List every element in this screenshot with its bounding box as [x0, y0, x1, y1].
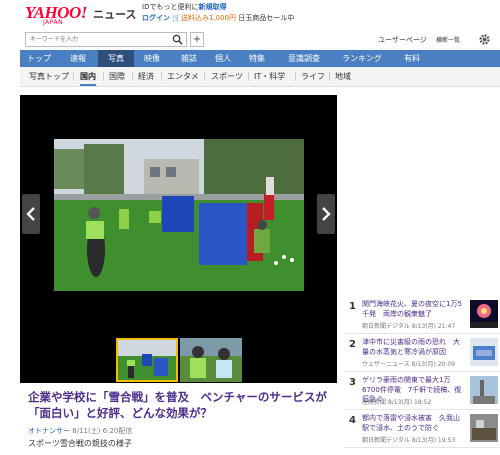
prev-photo-button[interactable]: [22, 194, 40, 234]
article-date: 8/11(土) 6:20配信: [72, 427, 133, 435]
main-photo[interactable]: [54, 139, 304, 291]
subnav-item-world[interactable]: 国際: [109, 71, 125, 82]
subnav-divider: [132, 72, 133, 81]
ranking-time: 8/13(月) 21:47: [411, 323, 456, 330]
ranking-item[interactable]: 3 ゲリラ豪雨の関東で最大1万6700件停電 7千軒で続稿、復旧急ぐ 産経新聞 …: [344, 372, 500, 410]
nav-item-personal[interactable]: 個人: [208, 50, 238, 67]
promo-signup: IDでもっと便利に新規取得: [142, 2, 226, 12]
subnav-item-economy[interactable]: 経済: [138, 71, 154, 82]
ranking-source: 朝日新聞デジタル: [362, 437, 410, 444]
thumbnail-strip: [20, 335, 337, 383]
ranking-item[interactable]: 1 関門海峡花火、夏の夜空に1万5千発 両岸の観衆魅了 朝日新聞デジタル 8/1…: [344, 296, 500, 334]
ranking-item[interactable]: 2 津中市に災害級の雨の恐れ 大量の水蒸気と寒冷渦が原因 ウェザーニュース 8/…: [344, 334, 500, 372]
user-page-link[interactable]: ユーザーページ: [378, 35, 427, 45]
nav-item-magazine[interactable]: 雑誌: [170, 50, 208, 67]
article-source-link[interactable]: オトナンサー: [28, 427, 70, 435]
subnav-item-domestic[interactable]: 国内: [80, 71, 96, 86]
ranking-item[interactable]: 4 都内で落雷や浸水被害 久我山駅で浸水、土のうで防ぐ 朝日新聞デジタル 8/1…: [344, 410, 500, 448]
ranking-time: 8/13(月) 18:52: [387, 399, 432, 406]
ranking-headline[interactable]: 関門海峡花火、夏の夜空に1万5千発 両岸の観衆魅了: [362, 300, 466, 319]
ranking-headline[interactable]: 津中市に災害級の雨の恐れ 大量の水蒸気と寒冷渦が原因: [362, 338, 466, 357]
ranking-thumbnail[interactable]: [470, 414, 498, 442]
photo-viewer: [20, 95, 337, 335]
main-nav: トップ 速報 写真 映像 雑誌 個人 特集 意識調査 ランキング 有料: [20, 50, 500, 67]
ranking-thumbnail[interactable]: [470, 376, 498, 404]
nav-item-photo[interactable]: 写真: [98, 50, 134, 67]
next-photo-button[interactable]: [317, 194, 335, 234]
search-icon[interactable]: [172, 34, 183, 45]
nav-item-top[interactable]: トップ: [20, 50, 58, 67]
promo-line: ログイン 🛒送料込み1,000円 日玉商品セール中: [142, 13, 294, 23]
subnav-divider: [103, 72, 104, 81]
nav-item-survey[interactable]: 意識調査: [276, 50, 332, 67]
ranking-number: 1: [349, 301, 356, 312]
subnav-divider: [161, 72, 162, 81]
article-title[interactable]: 企業や学校に「雪合戦」を普及 ベンチャーのサービスが「面白い」と好評、どんな効果…: [28, 389, 338, 421]
sub-nav: 写真トップ 国内 国際 経済 エンタメ スポーツ IT・科学 ライフ 地域: [20, 67, 500, 87]
thumbnail-2[interactable]: [180, 338, 242, 382]
cart-icon: 🛒: [172, 14, 181, 22]
subnav-item-sports[interactable]: スポーツ: [211, 71, 243, 82]
subnav-divider: [295, 72, 296, 81]
ranking-thumbnail[interactable]: [470, 300, 498, 328]
cart-promo-link[interactable]: 送料込み1,000円: [181, 14, 236, 22]
subnav-divider: [73, 72, 74, 81]
ranking-thumbnail[interactable]: [470, 338, 498, 366]
sale-promo-link[interactable]: 日玉商品セール中: [238, 14, 294, 22]
yahoo-logo-sub: JAPAN: [43, 19, 64, 26]
chevron-right-icon: [322, 207, 331, 221]
ranking-time: 8/13(月) 19:53: [411, 437, 456, 444]
photo-caption: スポーツ雪合戦の競技の様子: [28, 439, 132, 448]
ranking-source: 産経新聞: [362, 399, 387, 406]
service-name[interactable]: ニュース: [93, 6, 136, 22]
nav-item-paid[interactable]: 有料: [392, 50, 432, 67]
search-input[interactable]: [25, 32, 187, 47]
chevron-left-icon: [26, 207, 35, 221]
ranking-source: 朝日新聞デジタル: [362, 323, 410, 330]
nav-item-ranking[interactable]: ランキング: [332, 50, 392, 67]
nav-item-video[interactable]: 映像: [134, 50, 170, 67]
subnav-item-entertainment[interactable]: エンタメ: [167, 71, 199, 82]
subnav-divider: [204, 72, 205, 81]
ranking-headline[interactable]: 都内で落雷や浸水被害 久我山駅で浸水、土のうで防ぐ: [362, 414, 466, 433]
nav-item-feature[interactable]: 特集: [238, 50, 276, 67]
article-meta: オトナンサー 8/11(土) 6:20配信: [28, 426, 132, 436]
promo-signup-text: IDでもっと便利に: [142, 3, 199, 11]
login-link[interactable]: ログイン: [142, 14, 170, 22]
gear-icon[interactable]: [478, 33, 491, 46]
subnav-item-life[interactable]: ライフ: [301, 71, 325, 82]
ranking-source: ウェザーニュース: [362, 361, 410, 368]
search-row: + ユーザーページ 横断一覧: [0, 31, 500, 49]
ranking-meta: 朝日新聞デジタル 8/13(月) 19:53: [362, 435, 455, 444]
subnav-item-photo-top[interactable]: 写真トップ: [29, 71, 69, 82]
ranking-meta: 朝日新聞デジタル 8/13(月) 21:47: [362, 321, 455, 330]
add-button[interactable]: +: [190, 32, 204, 47]
ranking-time: 8/13(月) 20:09: [411, 361, 455, 368]
thumbnail-1[interactable]: [116, 338, 178, 382]
ranking-meta: 産経新聞 8/13(月) 18:52: [362, 397, 431, 406]
subnav-item-it-science[interactable]: IT・科学: [254, 71, 285, 82]
ranking-number: 4: [349, 415, 356, 426]
ranking-number: 2: [349, 339, 356, 350]
subnav-item-region[interactable]: 地域: [335, 71, 351, 82]
subnav-divider: [329, 72, 330, 81]
nav-item-flash[interactable]: 速報: [58, 50, 98, 67]
all-services-link[interactable]: 横断一覧: [436, 35, 460, 44]
subnav-divider: [248, 72, 249, 81]
header: YAHOO! JAPAN ニュース IDでもっと便利に新規取得 ログイン 🛒送料…: [0, 0, 500, 30]
ranking-number: 3: [349, 377, 356, 388]
signup-link[interactable]: 新規取得: [198, 3, 226, 11]
ranking-meta: ウェザーニュース 8/13(月) 20:09: [362, 359, 455, 368]
